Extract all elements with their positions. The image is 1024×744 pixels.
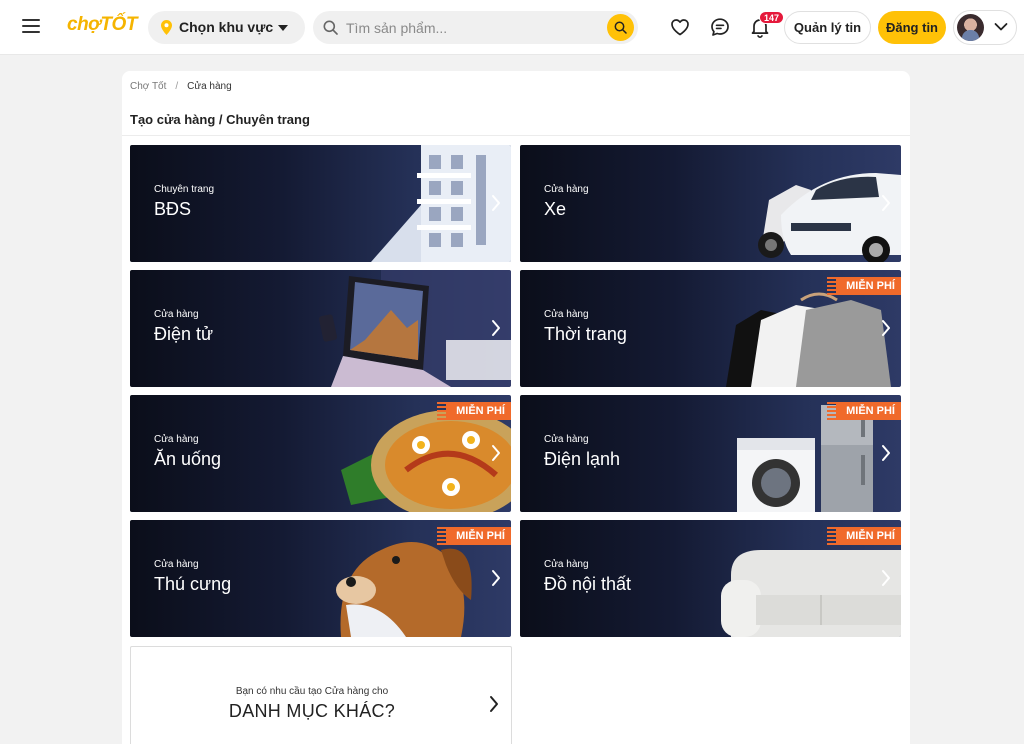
category-tile[interactable]: Cửa hàng Điện tử: [130, 270, 511, 387]
tile-subtitle: Cửa hàng: [544, 434, 589, 445]
chevron-right-icon: [492, 445, 500, 461]
category-tile[interactable]: Chuyên trang BĐS: [130, 145, 511, 262]
caret-down-icon: [278, 25, 288, 31]
breadcrumb: Chợ Tốt / Cửa hàng: [130, 81, 232, 92]
other-category-question: Bạn có nhu cầu tạo Cửa hàng cho: [235, 686, 389, 697]
chevron-down-icon: [994, 23, 1008, 31]
category-tile[interactable]: Cửa hàng Đồ nội thất MIỄN PHÍ: [520, 520, 901, 637]
notification-badge: 147: [759, 11, 785, 24]
other-category-card[interactable]: Bạn có nhu cầu tạo Cửa hàng cho DANH MỤC…: [130, 646, 512, 744]
breadcrumb-home[interactable]: Chợ Tốt: [130, 81, 166, 92]
tile-title: BĐS: [154, 199, 192, 219]
free-badge: MIỄN PHÍ: [827, 527, 901, 545]
chat-icon[interactable]: [709, 16, 731, 38]
search-icon: [614, 21, 627, 34]
category-tile[interactable]: Cửa hàng Xe: [520, 145, 901, 262]
chevron-right-icon: [490, 696, 498, 712]
tile-subtitle: Chuyên trang: [154, 184, 215, 195]
tile-title: Đồ nội thất: [544, 574, 632, 594]
avatar: [957, 14, 984, 41]
tile-subtitle: Cửa hàng: [154, 309, 199, 320]
free-badge: MIỄN PHÍ: [827, 277, 901, 295]
account-menu[interactable]: [953, 10, 1017, 45]
building-illustration: [371, 145, 511, 262]
menu-icon[interactable]: [22, 19, 40, 35]
breadcrumb-current: Cửa hàng: [187, 81, 232, 92]
search-button[interactable]: [607, 14, 634, 41]
category-tile[interactable]: Cửa hàng Thú cưng MIỄN PHÍ: [130, 520, 511, 637]
store-creation-panel: Chợ Tốt / Cửa hàng Tạo cửa hàng / Chuyên t…: [122, 71, 910, 744]
chevron-right-icon: [492, 195, 500, 211]
category-tile[interactable]: Cửa hàng Điện lạnh MIỄN PHÍ: [520, 395, 901, 512]
breadcrumb-separator: /: [175, 81, 179, 92]
car-motorbike-illustration: [758, 173, 901, 262]
tile-subtitle: Cửa hàng: [544, 184, 589, 195]
manage-listings-button[interactable]: Quản lý tin: [784, 11, 871, 44]
chevron-right-icon: [492, 570, 500, 586]
tile-title: Điện tử: [154, 324, 214, 344]
other-category-label: DANH MỤC KHÁC?: [228, 701, 396, 721]
category-tile[interactable]: Cửa hàng Ăn uống MIỄN PHÍ: [130, 395, 511, 512]
chevron-right-icon: [882, 195, 890, 211]
location-pin-icon: [161, 20, 172, 35]
tile-title: Xe: [544, 199, 567, 219]
chevron-right-icon: [882, 570, 890, 586]
chevron-right-icon: [882, 445, 890, 461]
page-title: Tạo cửa hàng / Chuyên trang: [130, 112, 310, 127]
post-listing-button[interactable]: Đăng tin: [878, 11, 946, 44]
top-header: chợTỐT Chọn khu vực 147 Quản: [0, 0, 1024, 55]
free-badge: MIỄN PHÍ: [437, 402, 511, 420]
tile-subtitle: Cửa hàng: [154, 434, 199, 445]
heart-icon[interactable]: [669, 16, 691, 38]
tile-title: Thú cưng: [154, 574, 232, 594]
chevron-right-icon: [492, 320, 500, 336]
tile-title: Điện lạnh: [544, 449, 621, 469]
region-label: Chọn khu vực: [179, 19, 274, 35]
search-icon: [323, 20, 338, 35]
divider: [122, 135, 910, 136]
tile-title: Thời trang: [544, 324, 627, 344]
tile-subtitle: Cửa hàng: [544, 309, 589, 320]
tile-subtitle: Cửa hàng: [154, 559, 199, 570]
free-badge: MIỄN PHÍ: [827, 402, 901, 420]
tile-subtitle: Cửa hàng: [544, 559, 589, 570]
tile-title: Ăn uống: [154, 449, 222, 469]
free-badge: MIỄN PHÍ: [437, 527, 511, 545]
category-tile[interactable]: Cửa hàng Thời trang MIỄN PHÍ: [520, 270, 901, 387]
laptop-phone-illustration: [319, 270, 511, 387]
chotot-logo[interactable]: chợTỐT: [67, 14, 137, 36]
search-input[interactable]: [346, 17, 596, 38]
region-selector[interactable]: Chọn khu vực: [148, 11, 305, 44]
chevron-right-icon: [882, 320, 890, 336]
search-bar: [313, 11, 638, 44]
